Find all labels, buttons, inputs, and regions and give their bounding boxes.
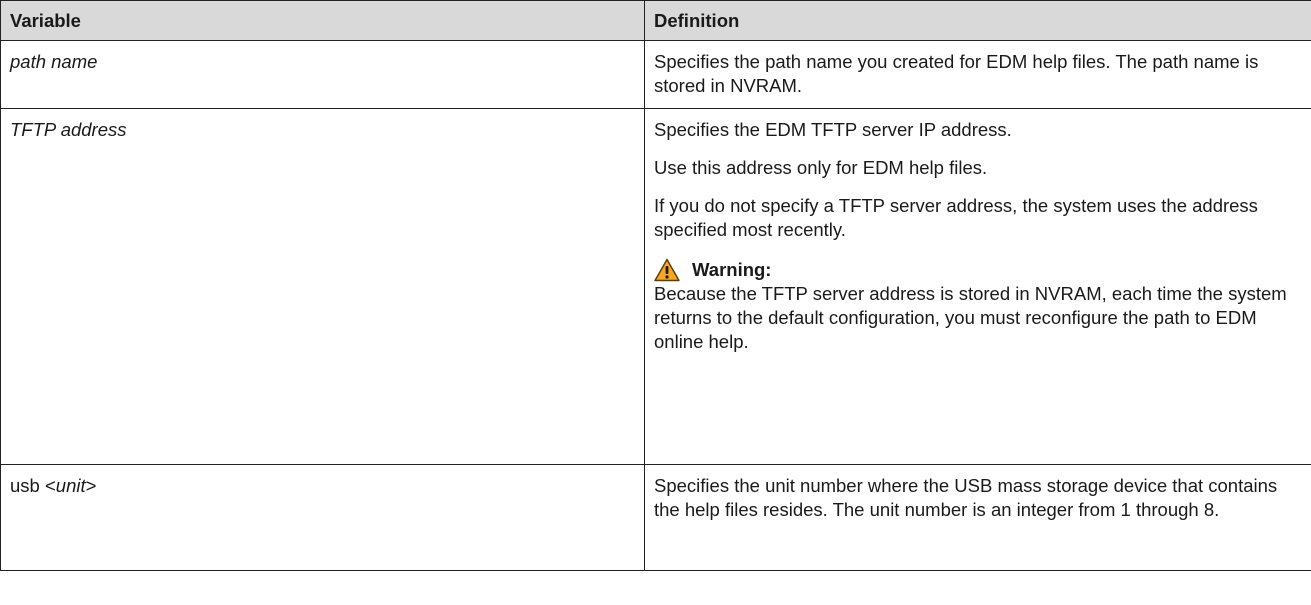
definition-text: If you do not specify a TFTP server addr… (654, 195, 1258, 240)
variable-close-bracket: > (85, 475, 97, 496)
definition-cell: Specifies the EDM TFTP server IP address… (644, 108, 1311, 465)
table-row: path name Specifies the path name you cr… (0, 40, 1311, 109)
variable-cell: usb <unit> (0, 464, 645, 571)
definition-text: Specifies the EDM TFTP server IP address… (654, 119, 1012, 140)
definition-text: Specifies the path name you created for … (654, 51, 1259, 96)
definition-text: Specifies the unit number where the USB … (654, 475, 1278, 520)
definition-cell: Specifies the path name you created for … (644, 40, 1311, 109)
definition-text: Use this address only for EDM help files… (654, 157, 988, 178)
variable-cell: path name (0, 40, 645, 109)
variable-definition-table: Variable Definition path name Specifies … (0, 0, 1311, 571)
column-header-definition: Definition (644, 0, 1311, 41)
variable-command: usb < (10, 475, 56, 496)
column-header-variable: Variable (0, 0, 645, 41)
warning-text: Because the TFTP server address is store… (654, 283, 1287, 352)
warning-label: Warning: (692, 259, 772, 280)
variable-cell: TFTP address (0, 108, 645, 465)
definition-cell: Specifies the unit number where the USB … (644, 464, 1311, 571)
table-row: usb <unit> Specifies the unit number whe… (0, 464, 1311, 571)
table-row: TFTP address Specifies the EDM TFTP serv… (0, 108, 1311, 465)
warning-triangle-icon (654, 258, 680, 282)
variable-parameter: unit (55, 475, 86, 496)
table-header-row: Variable Definition (0, 0, 1311, 41)
warning-heading: Warning: (654, 258, 1302, 282)
